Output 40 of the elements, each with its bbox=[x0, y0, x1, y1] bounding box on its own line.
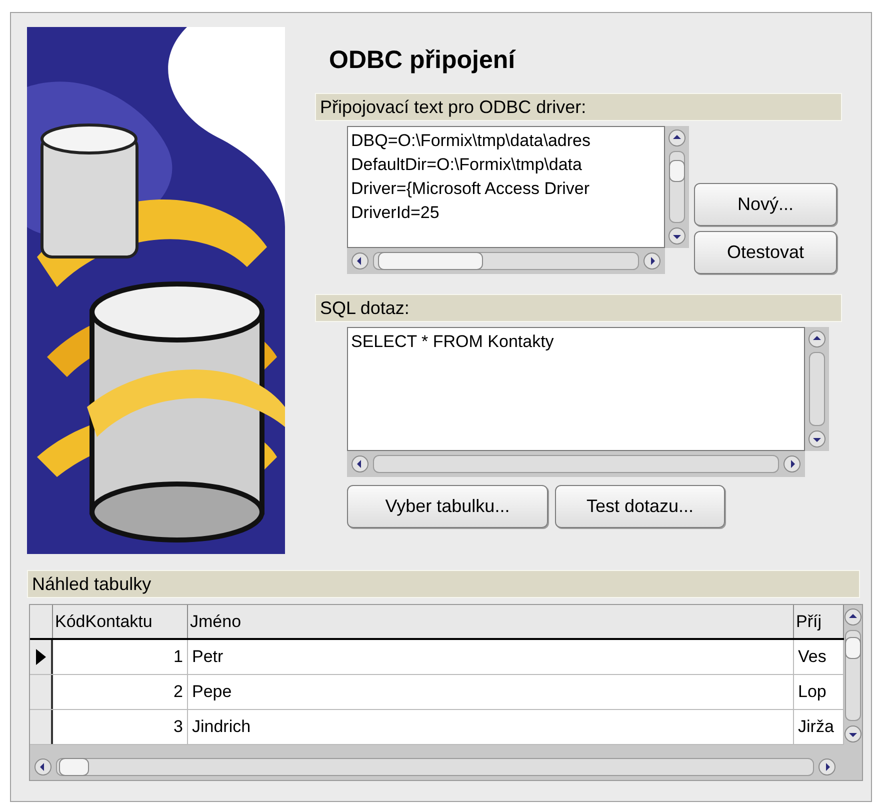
horizontal-scrollbar[interactable] bbox=[347, 451, 805, 477]
scroll-thumb[interactable] bbox=[845, 637, 861, 659]
scroll-track[interactable] bbox=[669, 151, 685, 223]
push-button[interactable]: Test dotazu... bbox=[555, 485, 725, 528]
sql-query-field[interactable]: SELECT * FROM Kontakty bbox=[347, 327, 805, 451]
scroll-thumb[interactable] bbox=[669, 160, 685, 182]
table-cell: 2 bbox=[53, 675, 188, 709]
section-header: Náhled tabulky bbox=[27, 570, 860, 598]
text-line: DefaultDir=O:\Formix\tmp\data bbox=[351, 154, 583, 176]
push-button[interactable]: Vyber tabulku... bbox=[347, 485, 548, 528]
current-row-icon bbox=[36, 649, 46, 665]
scroll-thumb[interactable] bbox=[378, 252, 483, 270]
push-button[interactable]: Otestovat bbox=[694, 231, 837, 274]
scroll-thumb[interactable] bbox=[59, 758, 89, 776]
column-header[interactable]: KódKontaktu bbox=[53, 605, 188, 638]
horizontal-scrollbar[interactable] bbox=[347, 248, 665, 274]
section-header: SQL dotaz: bbox=[315, 294, 842, 322]
row-selector[interactable] bbox=[30, 675, 53, 709]
connection-string-field[interactable]: DBQ=O:\Formix\tmp\data\adres DefaultDir=O:\Formix\tmp\data Driver={Microsoft Access Driver DriverId=25 bbox=[347, 126, 665, 248]
table-cell: Petr bbox=[188, 640, 794, 674]
table-cell: 1 bbox=[53, 640, 188, 674]
text-line: SELECT * FROM Kontakty bbox=[351, 331, 555, 353]
scroll-track[interactable] bbox=[373, 455, 779, 473]
section-header: Připojovací text pro ODBC driver: bbox=[315, 93, 842, 121]
row-selector[interactable] bbox=[30, 640, 53, 674]
scroll-track[interactable] bbox=[809, 352, 825, 426]
vertical-scrollbar[interactable] bbox=[805, 327, 829, 451]
text-line: Driver={Microsoft Access Driver bbox=[351, 178, 591, 200]
table-cell: 3 bbox=[53, 710, 188, 744]
text-line: DBQ=O:\Formix\tmp\data\adres bbox=[351, 130, 592, 152]
vertical-scrollbar[interactable] bbox=[665, 126, 689, 248]
row-selector[interactable] bbox=[30, 710, 53, 744]
dialog-title: ODBC připojení bbox=[329, 45, 517, 75]
scroll-track[interactable] bbox=[56, 758, 814, 776]
table-cell: Pepe bbox=[188, 675, 794, 709]
text-line: DriverId=25 bbox=[351, 202, 440, 224]
scroll-track[interactable] bbox=[373, 252, 639, 270]
column-header[interactable]: Jméno bbox=[188, 605, 794, 638]
push-button[interactable]: Nový... bbox=[694, 183, 837, 226]
table-cell: Jindrich bbox=[188, 710, 794, 744]
